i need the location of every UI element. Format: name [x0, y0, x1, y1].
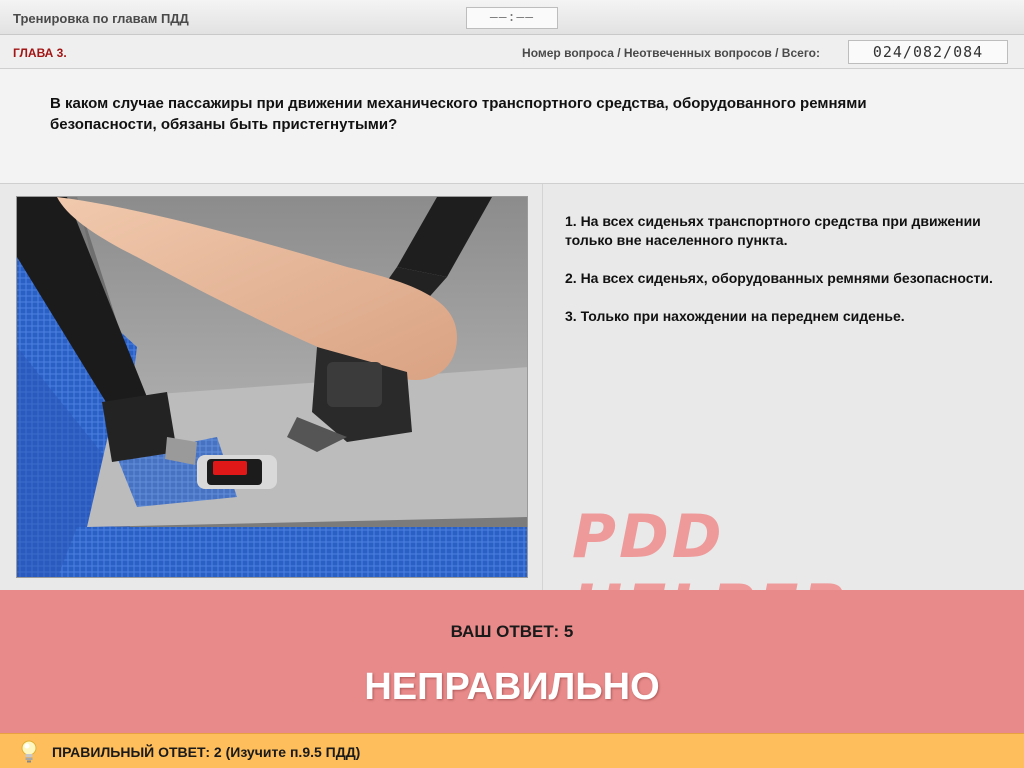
result-panel: ВАШ ОТВЕТ: 5 НЕПРАВИЛЬНО: [0, 590, 1024, 733]
answer-option-3[interactable]: 3. Только при нахождении на переднем сид…: [565, 307, 1005, 326]
correct-answer-bar: ПРАВИЛЬНЫЙ ОТВЕТ: 2 (Изучите п.9.5 ПДД): [0, 733, 1024, 768]
chapter-label: ГЛАВА 3.: [13, 46, 67, 60]
answer-option-2[interactable]: 2. На всех сиденьях, оборудованных ремня…: [565, 269, 1005, 288]
timer-display: ––:––: [466, 7, 558, 29]
chapter-bar: ГЛАВА 3. Номер вопроса / Неотвеченных во…: [0, 35, 1024, 69]
question-panel: В каком случае пассажиры при движении ме…: [0, 69, 1024, 184]
question-image: [16, 196, 528, 578]
app-title: Тренировка по главам ПДД: [13, 11, 189, 26]
your-answer-text: ВАШ ОТВЕТ: 5: [450, 622, 574, 641]
correct-answer-text: ПРАВИЛЬНЫЙ ОТВЕТ: 2 (Изучите п.9.5 ПДД): [52, 744, 361, 760]
title-bar: Тренировка по главам ПДД ––:––: [0, 0, 1024, 35]
answer-list: 1. На всех сиденьях транспортного средст…: [565, 212, 1005, 345]
seat-belt-photo: [17, 197, 527, 577]
answer-option-1[interactable]: 1. На всех сиденьях транспортного средст…: [565, 212, 1005, 250]
question-text: В каком случае пассажиры при движении ме…: [50, 95, 867, 133]
question-counter-label: Номер вопроса / Неотвеченных вопросов / …: [522, 46, 820, 60]
question-counter: 024/082/084: [848, 40, 1008, 64]
verdict-text: НЕПРАВИЛЬНО: [364, 666, 660, 708]
lightbulb-icon: [21, 740, 37, 763]
column-divider: [542, 184, 543, 590]
content-area: 1. На всех сиденьях транспортного средст…: [0, 184, 1024, 642]
